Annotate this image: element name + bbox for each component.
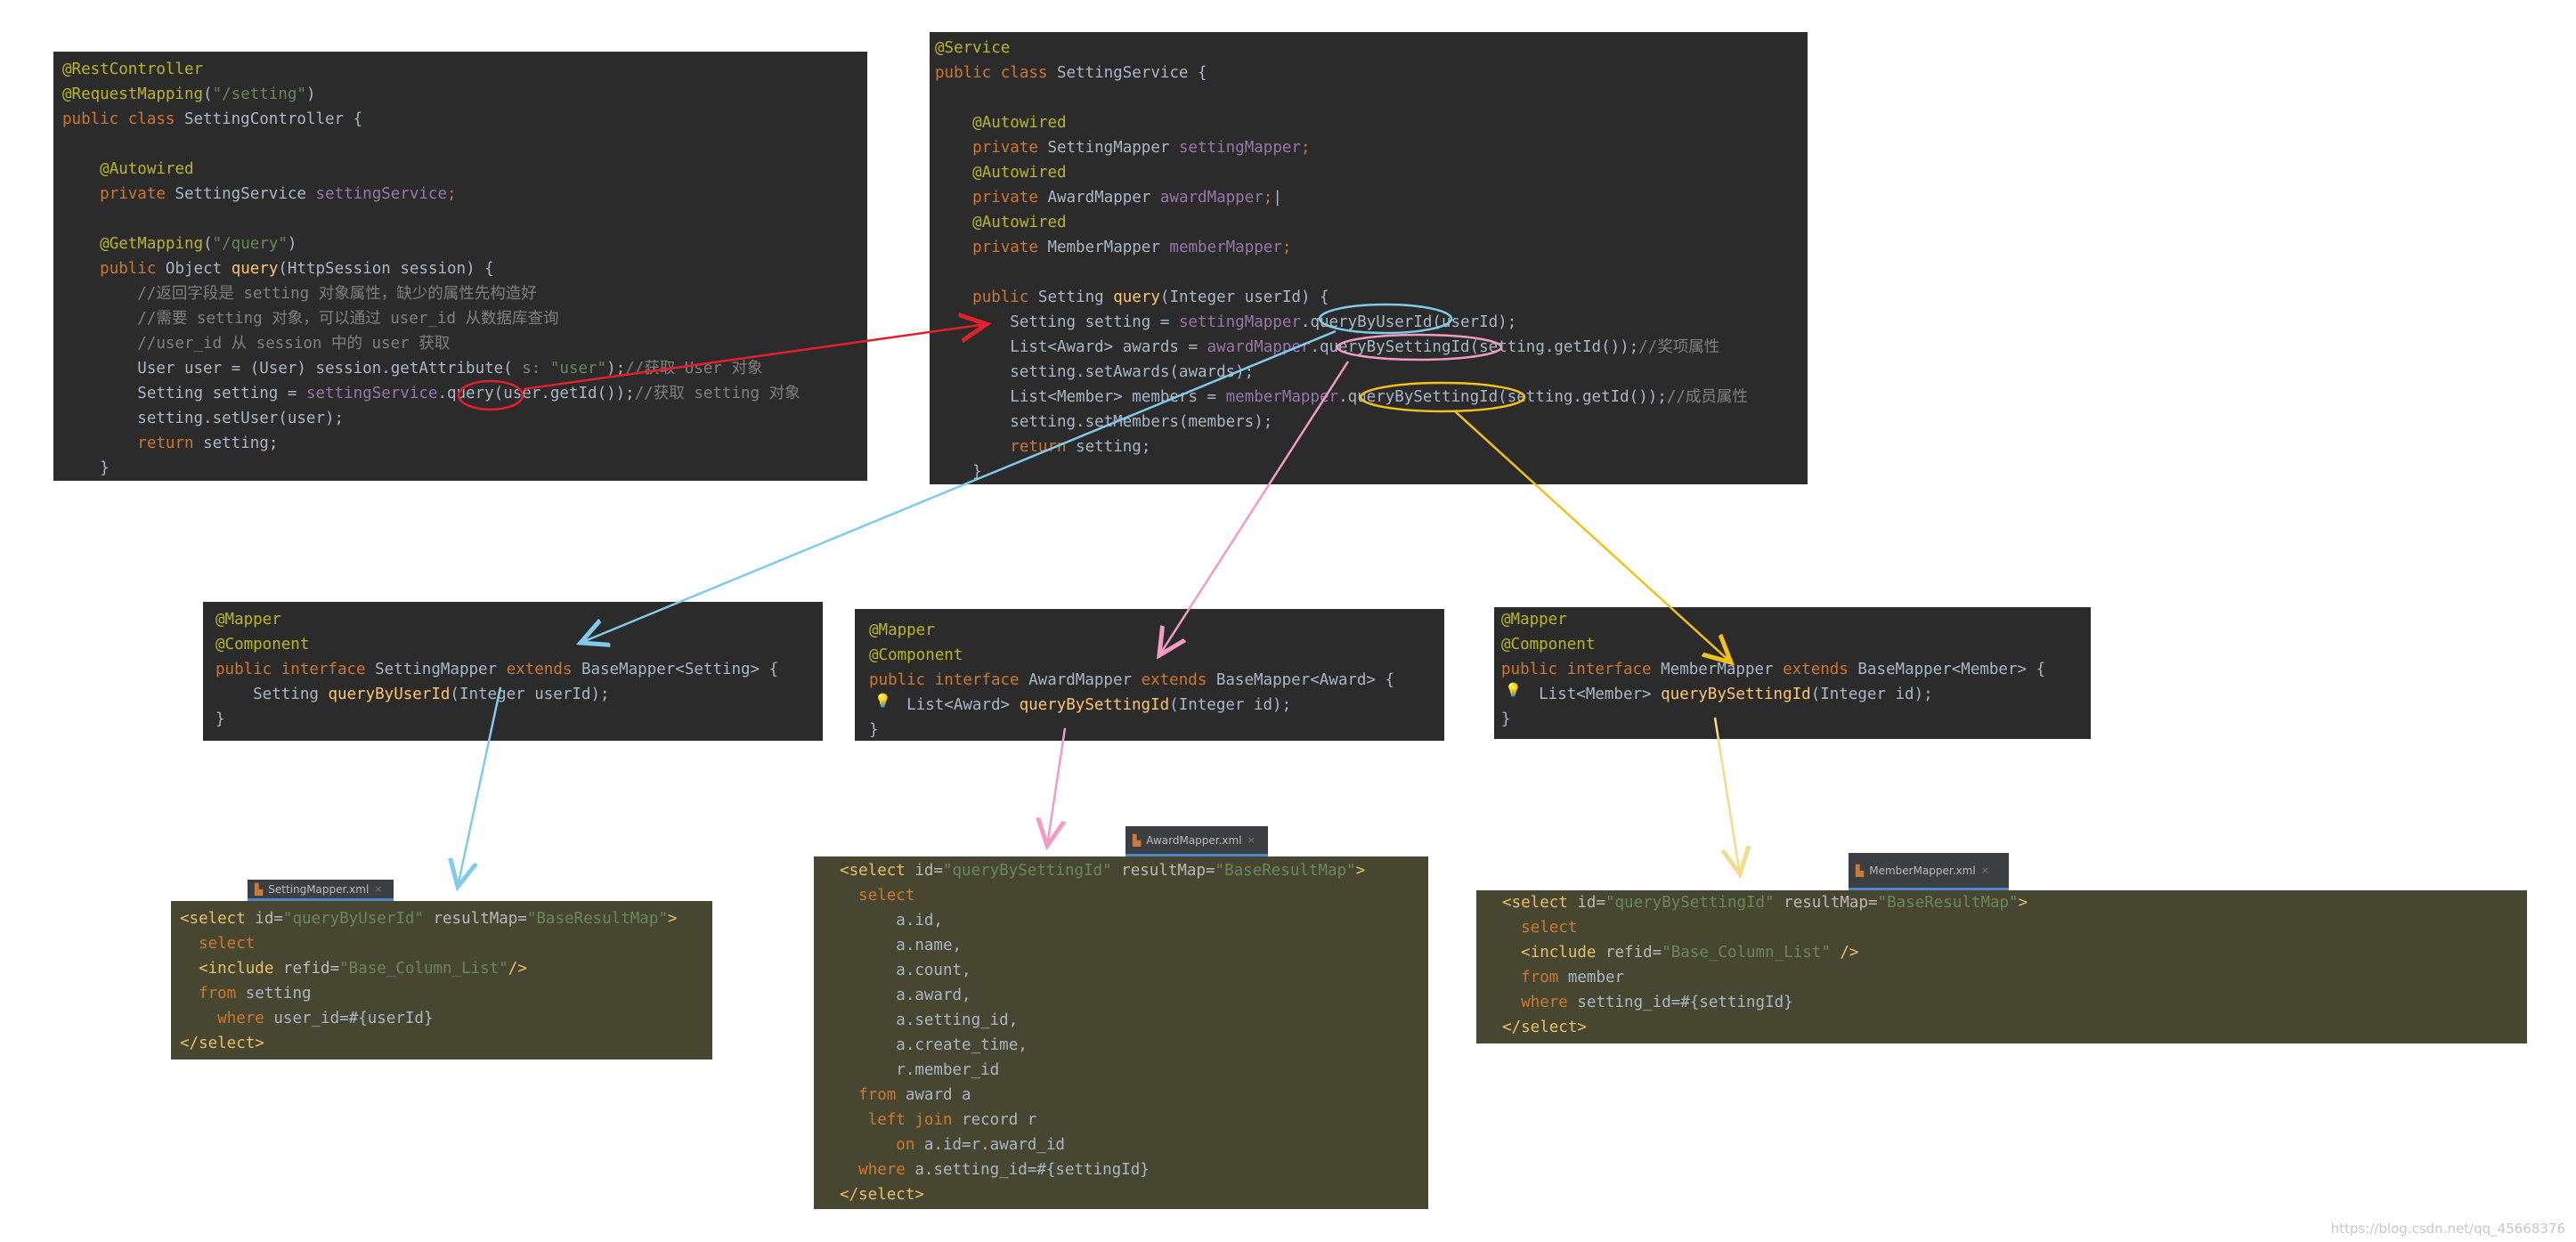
arrow-service-to-award-mapper [1159,361,1350,655]
watermark: https://blog.csdn.net/qq_45668376 [2330,1221,2565,1237]
highlight-queryByUserId [1318,303,1453,335]
arrow-member-mapper-to-xml [1713,717,1740,874]
arrow-award-mapper-to-xml [1047,727,1065,846]
highlight-member-queryBySettingId [1359,381,1526,413]
connector-overlay [0,303,2576,1242]
arrow-controller-to-service [523,324,987,391]
arrow-service-to-setting-mapper [581,329,1337,643]
arrow-setting-mapper-to-xml [458,686,502,887]
arrow-service-to-member-mapper [1454,410,1731,662]
highlight-query-call [457,379,524,411]
highlight-award-queryBySettingId [1336,333,1503,361]
